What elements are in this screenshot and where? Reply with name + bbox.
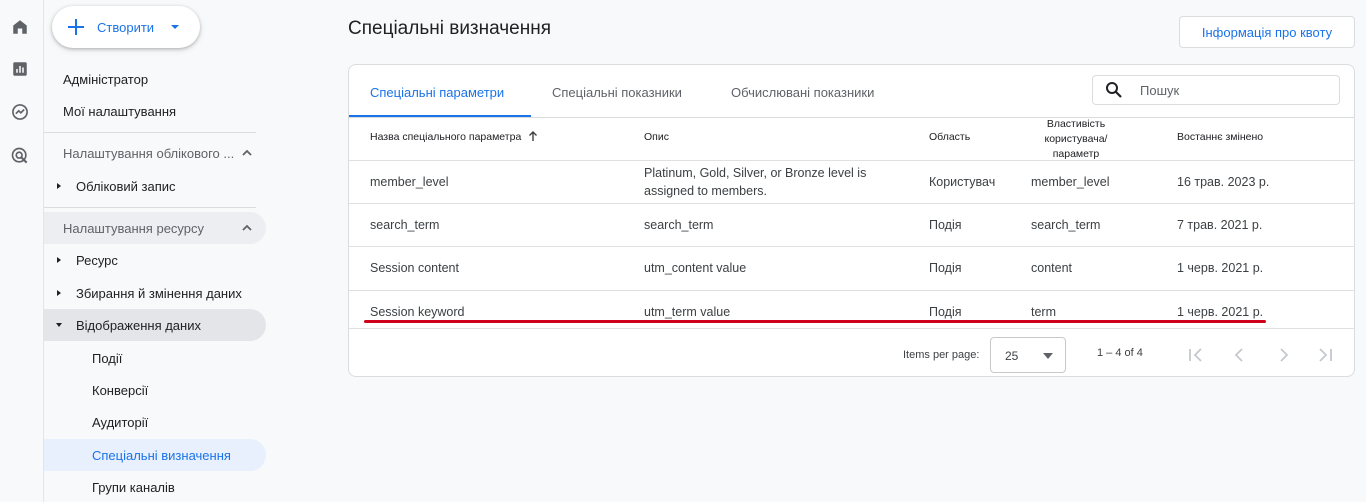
sidebar-item-channel-groups[interactable]: Групи каналів [44, 471, 266, 502]
search-box[interactable] [1092, 75, 1340, 105]
cell-param: content [1031, 261, 1073, 275]
quota-info-button[interactable]: Інформація про квоту [1179, 16, 1355, 48]
caret-down-icon [171, 25, 180, 29]
cell-last-changed: 7 трав. 2021 р. [1177, 218, 1263, 232]
items-per-page-label: Items per page: [903, 349, 980, 361]
divider [44, 132, 256, 133]
section-label: Налаштування облікового ... [63, 145, 235, 161]
sidebar-item-my-settings[interactable]: Мої налаштування [44, 95, 266, 127]
first-page-icon[interactable] [1187, 346, 1205, 364]
sidebar-item-label: Обліковий запис [76, 178, 176, 194]
sidebar-item-conversions[interactable]: Конверсії [44, 374, 266, 406]
sidebar-item-label: Ресурс [76, 252, 118, 268]
cell-scope: Користувач [929, 175, 996, 189]
sidebar-item-label: Групи каналів [92, 479, 175, 495]
sidebar-item-data-collection[interactable]: Збирання й змінення даних [44, 277, 266, 309]
sidebar-item-label: Аудиторії [92, 414, 149, 430]
last-page-icon[interactable] [1316, 346, 1334, 364]
cell-last-changed: 1 черв. 2021 р. [1177, 305, 1264, 319]
sidebar-item-label: Конверсії [92, 382, 149, 398]
sidebar-section-property[interactable]: Налаштування ресурсу [44, 212, 266, 244]
search-icon [1106, 82, 1122, 98]
chevron-up-icon [242, 224, 252, 231]
sidebar-item-label: Адміністратор [63, 71, 149, 87]
sidebar-item-label: Події [92, 350, 123, 366]
column-header-user-property: Властивість користувача/ параметр [1044, 118, 1108, 160]
sidebar-section-account[interactable]: Налаштування облікового ... [44, 137, 266, 169]
divider [349, 160, 1354, 161]
sidebar-item-label: Мої налаштування [63, 103, 177, 119]
sidebar-item-admin[interactable]: Адміністратор [44, 63, 266, 95]
sidebar-item-audiences[interactable]: Аудиторії [44, 406, 266, 438]
quota-info-label: Інформація про квоту [1201, 24, 1333, 40]
divider [44, 207, 256, 208]
highlight-underline [364, 320, 1266, 323]
sidebar-item-data-display[interactable]: Відображення даних [44, 309, 266, 341]
cell-param: member_level [1031, 175, 1110, 189]
home-icon[interactable] [9, 16, 31, 38]
cell-description: utm_content value [644, 261, 747, 275]
create-button-label: Створити [97, 19, 155, 35]
cell-last-changed: 1 черв. 2021 р. [1177, 261, 1264, 275]
advertising-icon[interactable] [9, 145, 31, 167]
sidebar-item-label: Спеціальні визначення [92, 447, 231, 463]
create-button[interactable]: Створити [52, 6, 200, 48]
sidebar-item-account[interactable]: Обліковий запис [44, 170, 266, 202]
divider [349, 290, 1354, 291]
sidebar-item-custom-definitions[interactable]: Спеціальні визначення [44, 439, 266, 471]
divider [349, 117, 1354, 118]
divider [349, 203, 1354, 204]
cell-name[interactable]: member_level [370, 173, 449, 191]
cell-name[interactable]: Session content [370, 259, 459, 277]
cell-description: Platinum, Gold, Silver, or Bronze level … [644, 166, 867, 198]
items-per-page-value: 25 [1005, 349, 1019, 363]
tab-calculated-metrics[interactable]: Обчислювані показники [731, 85, 874, 100]
tab-custom-metrics[interactable]: Спеціальні показники [552, 85, 682, 100]
cell-scope: Подія [929, 218, 962, 232]
explore-icon[interactable] [9, 101, 31, 123]
expand-arrow-icon [57, 290, 61, 296]
definitions-card: Спеціальні параметри Спеціальні показник… [348, 64, 1355, 377]
nav-rail [0, 0, 44, 502]
cell-description: search_term [644, 218, 714, 232]
divider [349, 246, 1354, 247]
tab-custom-dimensions[interactable]: Спеціальні параметри [370, 85, 504, 100]
sort-ascending-icon [529, 131, 538, 141]
collapse-arrow-icon [56, 323, 62, 327]
cell-description: utm_term value [644, 305, 731, 319]
next-page-icon[interactable] [1274, 346, 1292, 364]
expand-arrow-icon [57, 183, 61, 189]
column-header-last-changed: Востаннє змінено [1177, 131, 1264, 143]
page-title: Спеціальні визначення [348, 18, 552, 39]
plus-icon [68, 19, 84, 35]
cell-scope: Подія [929, 261, 962, 275]
column-header-scope: Область [929, 131, 971, 143]
items-per-page-select[interactable]: 25 [990, 337, 1066, 373]
sidebar-item-events[interactable]: Події [44, 342, 266, 374]
cell-param: search_term [1031, 218, 1101, 232]
cell-name[interactable]: Session keyword [370, 303, 465, 321]
reports-icon[interactable] [9, 58, 31, 80]
sidebar-item-label: Збирання й змінення даних [76, 285, 242, 301]
page-range: 1 – 4 of 4 [1097, 347, 1143, 359]
previous-page-icon[interactable] [1231, 346, 1249, 364]
section-label: Налаштування ресурсу [63, 220, 205, 236]
sidebar-item-property[interactable]: Ресурс [44, 244, 266, 276]
cell-scope: Подія [929, 305, 962, 319]
column-header-name[interactable]: Назва спеціального параметра [370, 131, 538, 143]
cell-name[interactable]: search_term [370, 216, 439, 234]
column-header-description: Опис [644, 131, 669, 143]
sidebar-item-label: Відображення даних [76, 317, 201, 333]
tab-bar: Спеціальні параметри Спеціальні показник… [349, 65, 1354, 117]
cell-last-changed: 16 трав. 2023 р. [1177, 175, 1270, 189]
divider [349, 328, 1354, 329]
expand-arrow-icon [57, 257, 61, 263]
search-input[interactable] [1140, 82, 1320, 98]
cell-param: term [1031, 305, 1056, 319]
dropdown-arrow-icon [1043, 353, 1053, 359]
sidebar: Створити Адміністратор Мої налаштування … [44, 0, 276, 502]
chevron-up-icon [242, 149, 252, 156]
